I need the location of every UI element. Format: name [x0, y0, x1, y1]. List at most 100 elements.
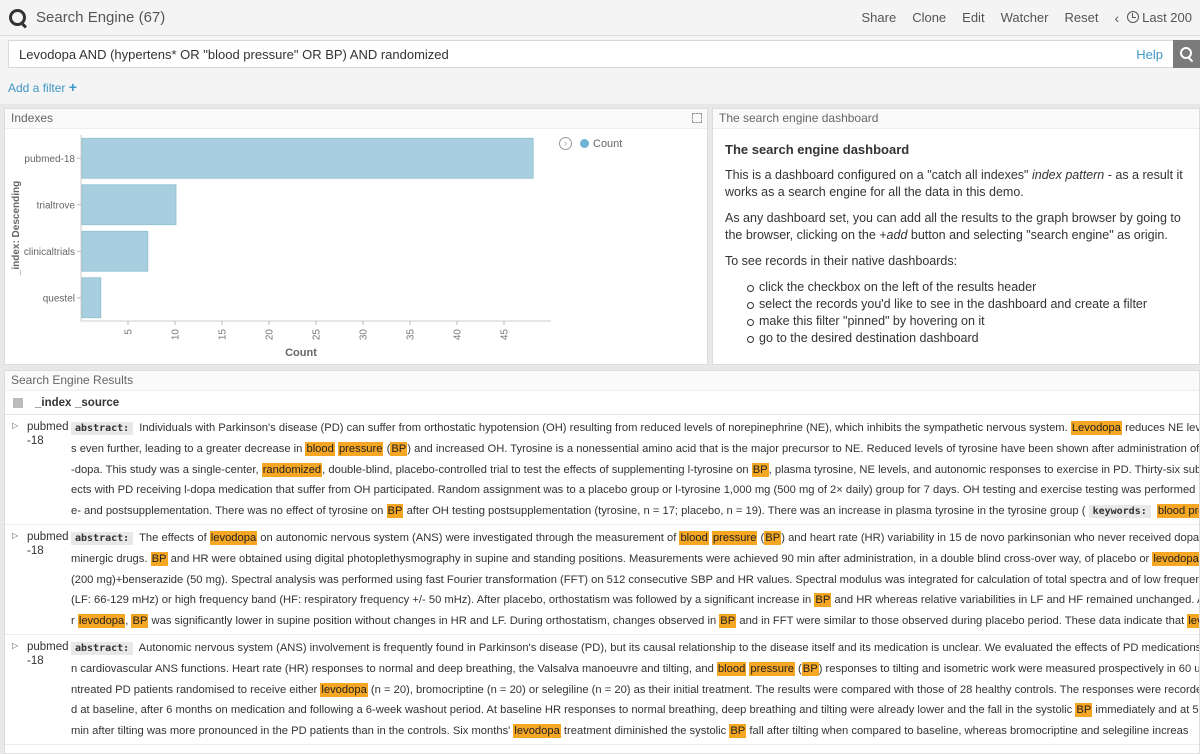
- field-name-tag: abstract:: [71, 422, 134, 435]
- column-header-index[interactable]: _index: [35, 397, 75, 409]
- source-text: and in FFT were similar to those observe…: [736, 615, 1188, 628]
- filter-bar: Add a filter +: [0, 72, 1200, 104]
- clone-button[interactable]: Clone: [904, 10, 954, 25]
- plus-icon: +: [68, 79, 77, 95]
- field-name-tag: keywords:: [1088, 505, 1151, 519]
- source-line: abstract: Individuals with Parkinson's d…: [71, 418, 1199, 439]
- time-picker[interactable]: Last 200: [1127, 10, 1200, 25]
- source-line: s even further, leading to a greater dec…: [71, 439, 1199, 460]
- query-input[interactable]: [19, 46, 1129, 62]
- results-title-text: Search Engine Results: [11, 373, 134, 387]
- source-text: e- and postsupplementation. There was no…: [71, 505, 387, 518]
- search-highlight: BP: [729, 724, 747, 739]
- x-tick-label: 15: [218, 329, 229, 341]
- search-highlight: BP: [814, 593, 832, 608]
- search-highlight: blood: [716, 661, 747, 676]
- source-text: and HR whereas relative variabilities in…: [831, 594, 1199, 607]
- top-bar: Search Engine (67) Share Clone Edit Watc…: [0, 0, 1200, 36]
- dashboard-step: make this filter "pinned" by hovering on…: [747, 313, 1187, 330]
- magnifier-icon: [1179, 47, 1194, 61]
- help-link[interactable]: Help: [1136, 47, 1163, 62]
- search-highlight: lev: [1187, 614, 1199, 629]
- source-text: minergic drugs.: [71, 552, 151, 565]
- source-text: ) responses to tilting and isometric wor…: [818, 662, 1199, 675]
- y-axis-label: _index: Descending: [11, 181, 22, 276]
- dashboard-title-text: The search engine dashboard: [719, 111, 879, 125]
- share-button[interactable]: Share: [853, 10, 904, 25]
- select-all-checkbox[interactable]: [13, 397, 23, 408]
- expand-row-icon[interactable]: ▷: [5, 528, 27, 632]
- table-row[interactable]: ▷ pubmed-18 abstract: The effects of levod…: [5, 525, 1199, 635]
- source-line: ects with PD receiving l-dopa medication…: [71, 480, 1199, 501]
- field-name-tag: abstract:: [71, 641, 134, 655]
- row-index-cell: pubmed-18: [27, 640, 69, 667]
- source-line: minergic drugs. BP and HR were obtained …: [71, 549, 1199, 570]
- expand-row-icon[interactable]: ▷: [5, 638, 27, 742]
- source-line: (LF: 66-129 mHz) or high frequency band …: [71, 590, 1199, 611]
- search-button[interactable]: [1173, 40, 1200, 68]
- column-header-source[interactable]: _source: [75, 397, 119, 409]
- source-text: ects with PD receiving l-dopa medication…: [71, 484, 1199, 497]
- top-menu: Share Clone Edit Watcher Reset ‹ Last 20…: [853, 10, 1200, 26]
- source-text: ntreated PD patients randomised to recei…: [71, 683, 321, 696]
- table-row[interactable]: ▷ pubmed-18 abstract: Autonomic nervous sy…: [5, 635, 1199, 745]
- query-bar: Help: [0, 36, 1200, 72]
- source-line: (200 mg)+benserazide (50 mg). Spectral a…: [71, 570, 1199, 591]
- dashboard-description: The search engine dashboard This is a da…: [713, 129, 1199, 347]
- dashboard-step: click the checkbox on the left of the re…: [747, 279, 1187, 296]
- legend-label[interactable]: Count: [593, 138, 622, 150]
- dashboard-step: go to the desired destination dashboard: [747, 330, 1187, 347]
- search-icon: [8, 8, 28, 28]
- source-line: r levodopa, BP was significantly lower i…: [71, 611, 1199, 632]
- row-index-cell: pubmed-18: [27, 530, 69, 557]
- chart-bar[interactable]: [81, 137, 534, 179]
- search-highlight: blood: [679, 530, 709, 545]
- results-table-body: ▷ pubmed-18 abstract: Individuals with Par…: [5, 415, 1199, 745]
- source-line: min after tilting was more pronounced in…: [71, 721, 1199, 742]
- results-panel-title: Search Engine Results: [5, 371, 1199, 391]
- search-highlight: BP: [764, 530, 782, 545]
- row-source-cell: abstract: The effects of levodopa on aut…: [71, 528, 1199, 632]
- field-name-tag: abstract:: [71, 531, 134, 545]
- results-panel: Search Engine Results _index _source ▷ pu…: [4, 370, 1200, 754]
- x-axis-label: Count: [285, 347, 317, 359]
- chevron-left-icon[interactable]: ‹: [1106, 10, 1127, 26]
- indexes-title-text: Indexes: [11, 111, 54, 125]
- source-text: fall after tilting when compared to base…: [746, 725, 1189, 738]
- search-highlight: levodopa: [77, 614, 126, 629]
- chart-bar[interactable]: [81, 277, 102, 319]
- search-highlight: BP: [719, 614, 737, 629]
- x-tick-label: 30: [359, 329, 370, 341]
- source-line: ntreated PD patients randomised to recei…: [71, 680, 1199, 701]
- search-highlight: blood: [305, 441, 335, 456]
- reset-button[interactable]: Reset: [1056, 10, 1106, 25]
- legend-swatch: [580, 139, 589, 148]
- chart-legend: › Count: [559, 137, 622, 150]
- source-text: reduces NE level: [1125, 422, 1199, 434]
- source-text: -dopa. This study was a single-center,: [71, 463, 262, 476]
- search-highlight: Levodopa: [1070, 421, 1122, 435]
- add-filter-link[interactable]: Add a filter +: [8, 79, 77, 95]
- dashboard-heading: The search engine dashboard: [725, 142, 910, 157]
- edit-button[interactable]: Edit: [954, 10, 992, 25]
- chart-bar[interactable]: [81, 184, 177, 226]
- dashboard-step: select the records you'd like to see in …: [747, 296, 1187, 313]
- x-tick-label: 25: [312, 329, 323, 341]
- x-tick-label: 35: [406, 329, 417, 341]
- expand-icon[interactable]: [692, 113, 702, 123]
- legend-toggle-icon[interactable]: ›: [559, 137, 572, 150]
- source-text: The effects of: [136, 531, 210, 544]
- expand-row-icon[interactable]: ▷: [5, 418, 27, 522]
- clock-icon: [1127, 11, 1140, 23]
- source-text: min after tilting was more pronounced in…: [71, 725, 514, 738]
- p1-emphasis: index pattern: [1031, 168, 1105, 182]
- chart-bar[interactable]: [81, 230, 149, 272]
- query-input-wrapper: Help: [8, 40, 1173, 68]
- dashboard-panel-title: The search engine dashboard: [713, 109, 1199, 129]
- search-highlight: BP: [131, 614, 149, 629]
- watcher-button[interactable]: Watcher: [993, 10, 1057, 25]
- dashboard-paragraph-1: This is a dashboard configured on a "cat…: [725, 167, 1187, 201]
- table-row[interactable]: ▷ pubmed-18 abstract: Individuals with Par…: [5, 415, 1199, 525]
- indexes-panel: Indexes pubmed-18 trialtrove clinicaltrial…: [4, 108, 708, 365]
- y-tick-label: trialtrove: [37, 200, 76, 211]
